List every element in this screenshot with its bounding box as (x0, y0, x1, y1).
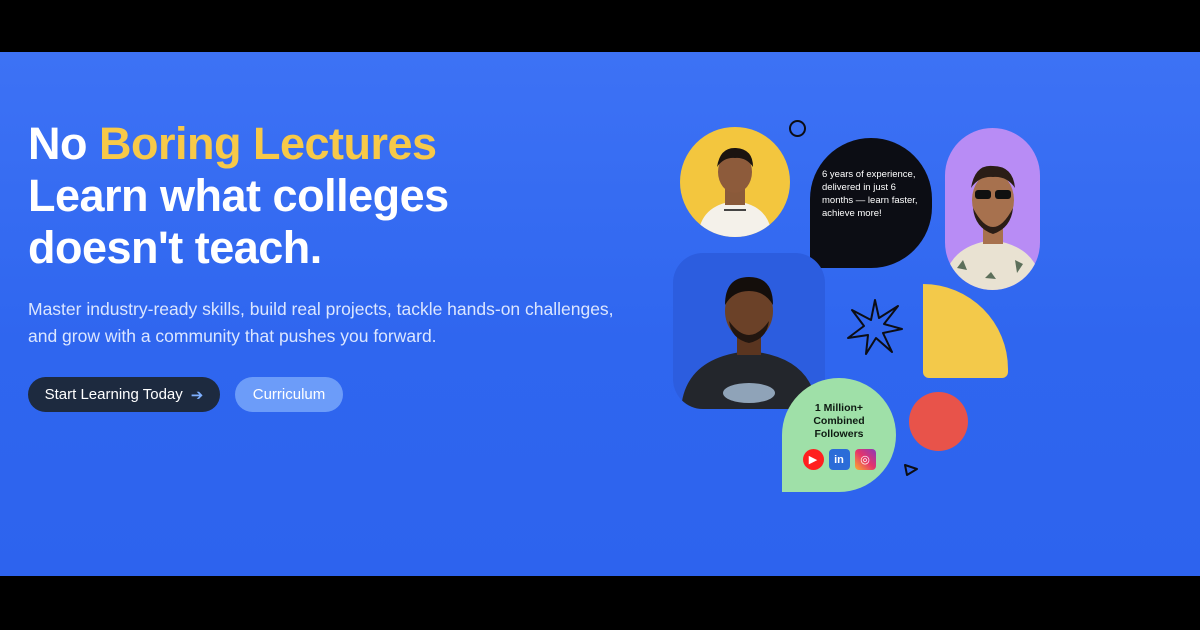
yellow-quarter-shape (923, 284, 1008, 378)
headline-line-2: Learn what colleges (28, 170, 449, 221)
subtitle-line-2: and grow with a community that pushes yo… (28, 326, 437, 346)
hero-subtitle: Master industry-ready skills, build real… (28, 296, 628, 350)
triangle-decoration-icon (904, 464, 918, 476)
person-avatar-icon (681, 277, 817, 409)
headline-prefix: No (28, 118, 99, 169)
red-circle-decoration (909, 392, 968, 451)
youtube-icon: ▶ (802, 449, 824, 470)
hero-headline: No Boring Lectures Learn what colleges d… (28, 118, 449, 274)
followers-label-2: Followers (814, 428, 864, 440)
headline-line-3: doesn't teach. (28, 222, 322, 273)
followers-count: 1 Million+ (814, 402, 864, 414)
social-icons: ▶ in ◎ (782, 449, 896, 470)
person-avatar-icon (698, 147, 772, 237)
person-avatar-icon (945, 165, 1040, 290)
followers-label-1: Combined (813, 415, 865, 427)
instructor-photo-1 (680, 127, 790, 237)
curriculum-label: Curriculum (252, 386, 326, 403)
starburst-decoration-icon (847, 299, 903, 355)
start-learning-button[interactable]: Start Learning Today ➔ (28, 377, 220, 412)
arrow-right-icon: ➔ (190, 386, 204, 404)
linkedin-icon: in (828, 449, 850, 470)
small-ring-decoration (789, 120, 806, 137)
instructor-photo-3 (945, 128, 1040, 290)
subtitle-line-1: Master industry-ready skills, build real… (28, 299, 614, 319)
curriculum-button[interactable]: Curriculum (235, 377, 343, 412)
headline-highlight: Boring Lectures (99, 118, 437, 169)
experience-text: 6 years of experience, delivered in just… (822, 169, 918, 219)
instagram-icon: ◎ (854, 449, 876, 470)
start-learning-label: Start Learning Today (44, 386, 183, 403)
instructor-photo-2 (673, 253, 825, 409)
hero-section: No Boring Lectures Learn what colleges d… (0, 52, 1200, 576)
followers-card: 1 Million+ Combined Followers ▶ in ◎ (782, 378, 896, 492)
experience-bubble: 6 years of experience, delivered in just… (810, 138, 932, 268)
